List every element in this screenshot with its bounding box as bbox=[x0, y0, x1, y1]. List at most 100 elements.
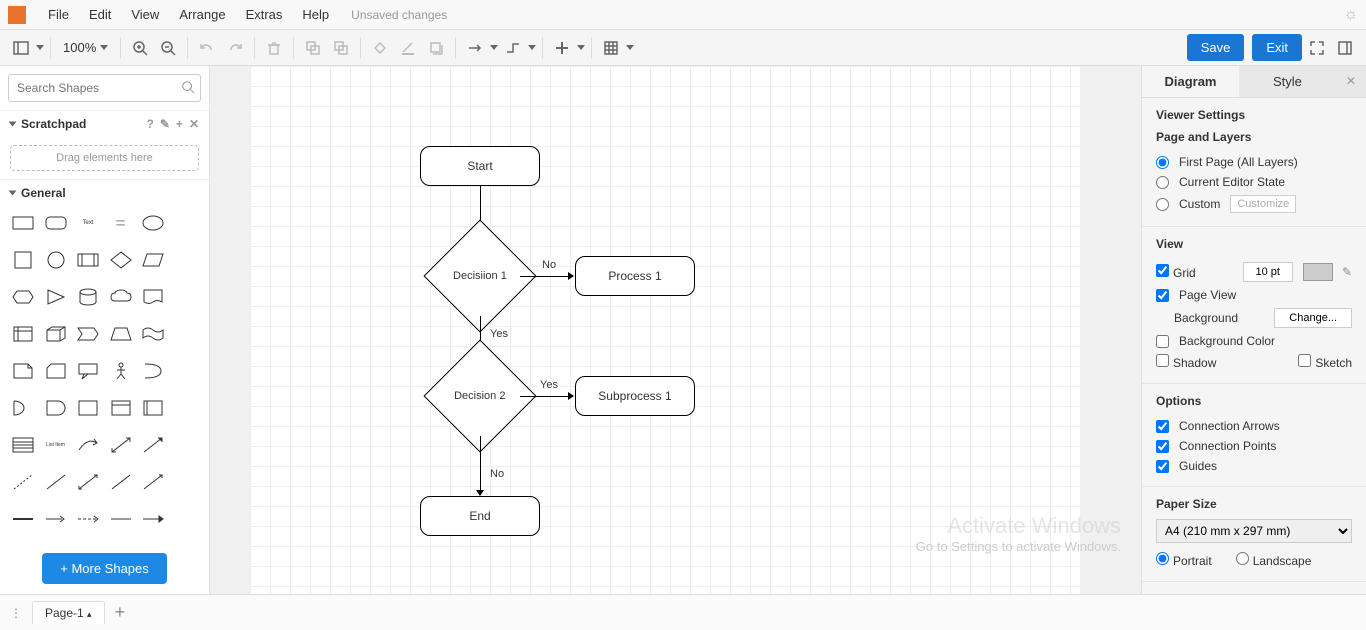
shape-or[interactable] bbox=[10, 397, 36, 419]
shape-cylinder[interactable] bbox=[75, 286, 101, 308]
menu-arrange[interactable]: Arrange bbox=[169, 3, 235, 26]
exit-button[interactable]: Exit bbox=[1252, 34, 1302, 61]
customize-button[interactable]: Customize bbox=[1230, 195, 1296, 213]
checkbox-grid[interactable]: Grid bbox=[1156, 264, 1196, 280]
checkbox-sketch[interactable]: Sketch bbox=[1298, 354, 1352, 370]
shape-parallelogram[interactable] bbox=[140, 249, 166, 271]
shape-hexagon[interactable] bbox=[10, 286, 36, 308]
checkbox-conn-points[interactable]: Connection Points bbox=[1156, 436, 1352, 456]
shape-square[interactable] bbox=[10, 249, 36, 271]
shape-link4[interactable] bbox=[108, 508, 134, 530]
zoom-in-button[interactable] bbox=[127, 35, 153, 61]
canvas-area[interactable]: Start Decisiion 1 No Process 1 Yes Decis… bbox=[210, 66, 1141, 594]
shape-rounded-rect[interactable] bbox=[43, 212, 69, 234]
edit-grid-icon[interactable]: ✎ bbox=[1342, 265, 1352, 279]
menu-extras[interactable]: Extras bbox=[236, 3, 293, 26]
shape-ellipse[interactable] bbox=[140, 212, 166, 234]
shape-bidir-thin[interactable] bbox=[75, 471, 101, 493]
save-button[interactable]: Save bbox=[1187, 34, 1245, 61]
tab-diagram[interactable]: Diagram bbox=[1142, 66, 1239, 97]
redo-button[interactable] bbox=[222, 35, 248, 61]
edge[interactable] bbox=[520, 276, 570, 277]
menu-edit[interactable]: Edit bbox=[79, 3, 121, 26]
shape-frame[interactable] bbox=[140, 397, 166, 419]
shape-textbox[interactable]: ══════ bbox=[108, 212, 134, 234]
waypoint-button[interactable] bbox=[500, 35, 526, 61]
shape-line[interactable] bbox=[43, 471, 69, 493]
scratchpad-help-icon[interactable]: ? bbox=[147, 117, 154, 131]
shape-list-item[interactable]: List Item bbox=[43, 434, 69, 456]
general-header[interactable]: General bbox=[10, 186, 199, 200]
page-tab-1[interactable]: Page-1 ▴ bbox=[32, 601, 105, 624]
radio-portrait[interactable]: Portrait bbox=[1156, 552, 1212, 568]
shape-link5[interactable] bbox=[140, 508, 166, 530]
shape-list[interactable] bbox=[10, 434, 36, 456]
checkbox-conn-arrows[interactable]: Connection Arrows bbox=[1156, 416, 1352, 436]
node-end[interactable]: End bbox=[420, 496, 540, 536]
radio-custom[interactable]: CustomCustomize bbox=[1156, 192, 1352, 216]
view-mode-button[interactable] bbox=[8, 35, 34, 61]
shape-card[interactable] bbox=[43, 360, 69, 382]
change-background-button[interactable]: Change... bbox=[1274, 308, 1352, 328]
radio-first-page[interactable]: First Page (All Layers) bbox=[1156, 152, 1352, 172]
shadow-button[interactable] bbox=[423, 35, 449, 61]
checkbox-guides[interactable]: Guides bbox=[1156, 456, 1352, 476]
grid-size-input[interactable] bbox=[1243, 262, 1293, 282]
scratchpad-close-icon[interactable]: ✕ bbox=[189, 117, 199, 131]
checkbox-bg-color[interactable]: Background Color bbox=[1156, 331, 1352, 351]
paper-size-select[interactable]: A4 (210 mm x 297 mm) bbox=[1156, 519, 1352, 543]
menu-help[interactable]: Help bbox=[292, 3, 339, 26]
shape-line2[interactable] bbox=[108, 471, 134, 493]
shape-container[interactable] bbox=[108, 397, 134, 419]
shape-tape[interactable] bbox=[140, 323, 166, 345]
checkbox-page-view[interactable]: Page View bbox=[1156, 285, 1352, 305]
to-front-button[interactable] bbox=[300, 35, 326, 61]
shape-link3[interactable] bbox=[75, 508, 101, 530]
shape-step[interactable] bbox=[75, 323, 101, 345]
shape-note[interactable] bbox=[10, 360, 36, 382]
shape-cloud[interactable] bbox=[108, 286, 134, 308]
checkbox-shadow[interactable]: Shadow bbox=[1156, 354, 1216, 370]
shape-trapezoid[interactable] bbox=[108, 323, 134, 345]
shape-document[interactable] bbox=[140, 286, 166, 308]
pages-menu-icon[interactable]: ⋮ bbox=[10, 606, 22, 620]
shape-arrow[interactable] bbox=[140, 434, 166, 456]
tab-style[interactable]: Style bbox=[1239, 66, 1336, 97]
node-process-1[interactable]: Process 1 bbox=[575, 256, 695, 296]
menu-file[interactable]: File bbox=[38, 3, 79, 26]
shape-triangle[interactable] bbox=[43, 286, 69, 308]
shape-and[interactable] bbox=[43, 397, 69, 419]
shape-curve-shape[interactable] bbox=[140, 360, 166, 382]
panel-close-icon[interactable]: ✕ bbox=[1336, 66, 1366, 97]
scratchpad-header[interactable]: Scratchpad ? ✎ + ✕ bbox=[10, 117, 199, 131]
shape-diamond[interactable] bbox=[108, 249, 134, 271]
grid-color-swatch[interactable] bbox=[1303, 263, 1333, 281]
menu-view[interactable]: View bbox=[121, 3, 169, 26]
insert-caret[interactable] bbox=[577, 45, 585, 50]
shape-callout[interactable] bbox=[75, 360, 101, 382]
shape-link2[interactable] bbox=[43, 508, 69, 530]
more-shapes-button[interactable]: + More Shapes bbox=[42, 553, 167, 584]
table-button[interactable] bbox=[598, 35, 624, 61]
shape-actor[interactable] bbox=[108, 360, 134, 382]
zoom-select[interactable]: 100% bbox=[57, 38, 114, 57]
undo-button[interactable] bbox=[194, 35, 220, 61]
shape-internal-storage[interactable] bbox=[10, 323, 36, 345]
shape-link1[interactable] bbox=[10, 508, 36, 530]
connection-button[interactable] bbox=[462, 35, 488, 61]
shape-curve-arrow[interactable] bbox=[75, 434, 101, 456]
radio-current-state[interactable]: Current Editor State bbox=[1156, 172, 1352, 192]
node-subprocess-1[interactable]: Subprocess 1 bbox=[575, 376, 695, 416]
scratchpad-dropzone[interactable]: Drag elements here bbox=[10, 145, 199, 171]
node-start[interactable]: Start bbox=[420, 146, 540, 186]
connection-caret[interactable] bbox=[490, 45, 498, 50]
line-color-button[interactable] bbox=[395, 35, 421, 61]
waypoint-caret[interactable] bbox=[528, 45, 536, 50]
fullscreen-button[interactable] bbox=[1304, 35, 1330, 61]
delete-button[interactable] bbox=[261, 35, 287, 61]
shape-text[interactable]: Text bbox=[75, 212, 101, 234]
shape-bidir-arrow[interactable] bbox=[108, 434, 134, 456]
shape-datastore[interactable] bbox=[75, 397, 101, 419]
shape-rect[interactable] bbox=[10, 212, 36, 234]
theme-icon[interactable]: ☼ bbox=[1343, 6, 1358, 24]
